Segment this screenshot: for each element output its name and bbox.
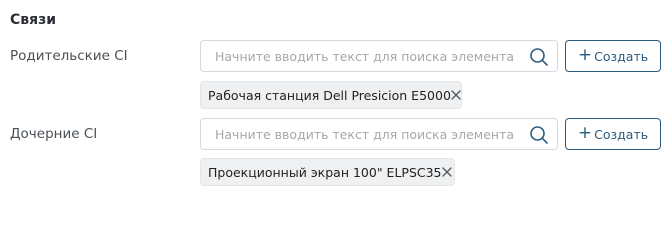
child-ci-create-button[interactable]: + Создать: [565, 118, 661, 150]
search-icon[interactable]: [529, 125, 549, 145]
parent-ci-search-input[interactable]: [201, 41, 523, 71]
child-ci-search-box: [200, 118, 558, 150]
plus-icon: +: [577, 122, 593, 143]
search-icon[interactable]: [529, 47, 549, 67]
parent-ci-chip: Рабочая станция Dell Presicion E5000: [200, 81, 462, 109]
parent-ci-label: Родительские CI: [10, 48, 128, 64]
create-button-label: Создать: [594, 48, 649, 64]
child-ci-search-input[interactable]: [201, 119, 523, 149]
chip-label: Рабочая станция Dell Presicion E5000: [208, 87, 451, 103]
plus-icon: +: [577, 44, 593, 65]
chip-label: Проекционный экран 100" ELPSC35: [208, 164, 442, 180]
create-button-label: Создать: [594, 126, 649, 142]
child-ci-label: Дочерние CI: [10, 126, 98, 142]
close-icon[interactable]: [441, 165, 452, 179]
child-ci-chip: Проекционный экран 100" ELPSC35: [200, 158, 455, 186]
parent-ci-search-box: [200, 40, 558, 72]
section-title: Связи: [10, 12, 57, 28]
close-icon[interactable]: [451, 88, 461, 102]
parent-ci-create-button[interactable]: + Создать: [565, 40, 661, 72]
